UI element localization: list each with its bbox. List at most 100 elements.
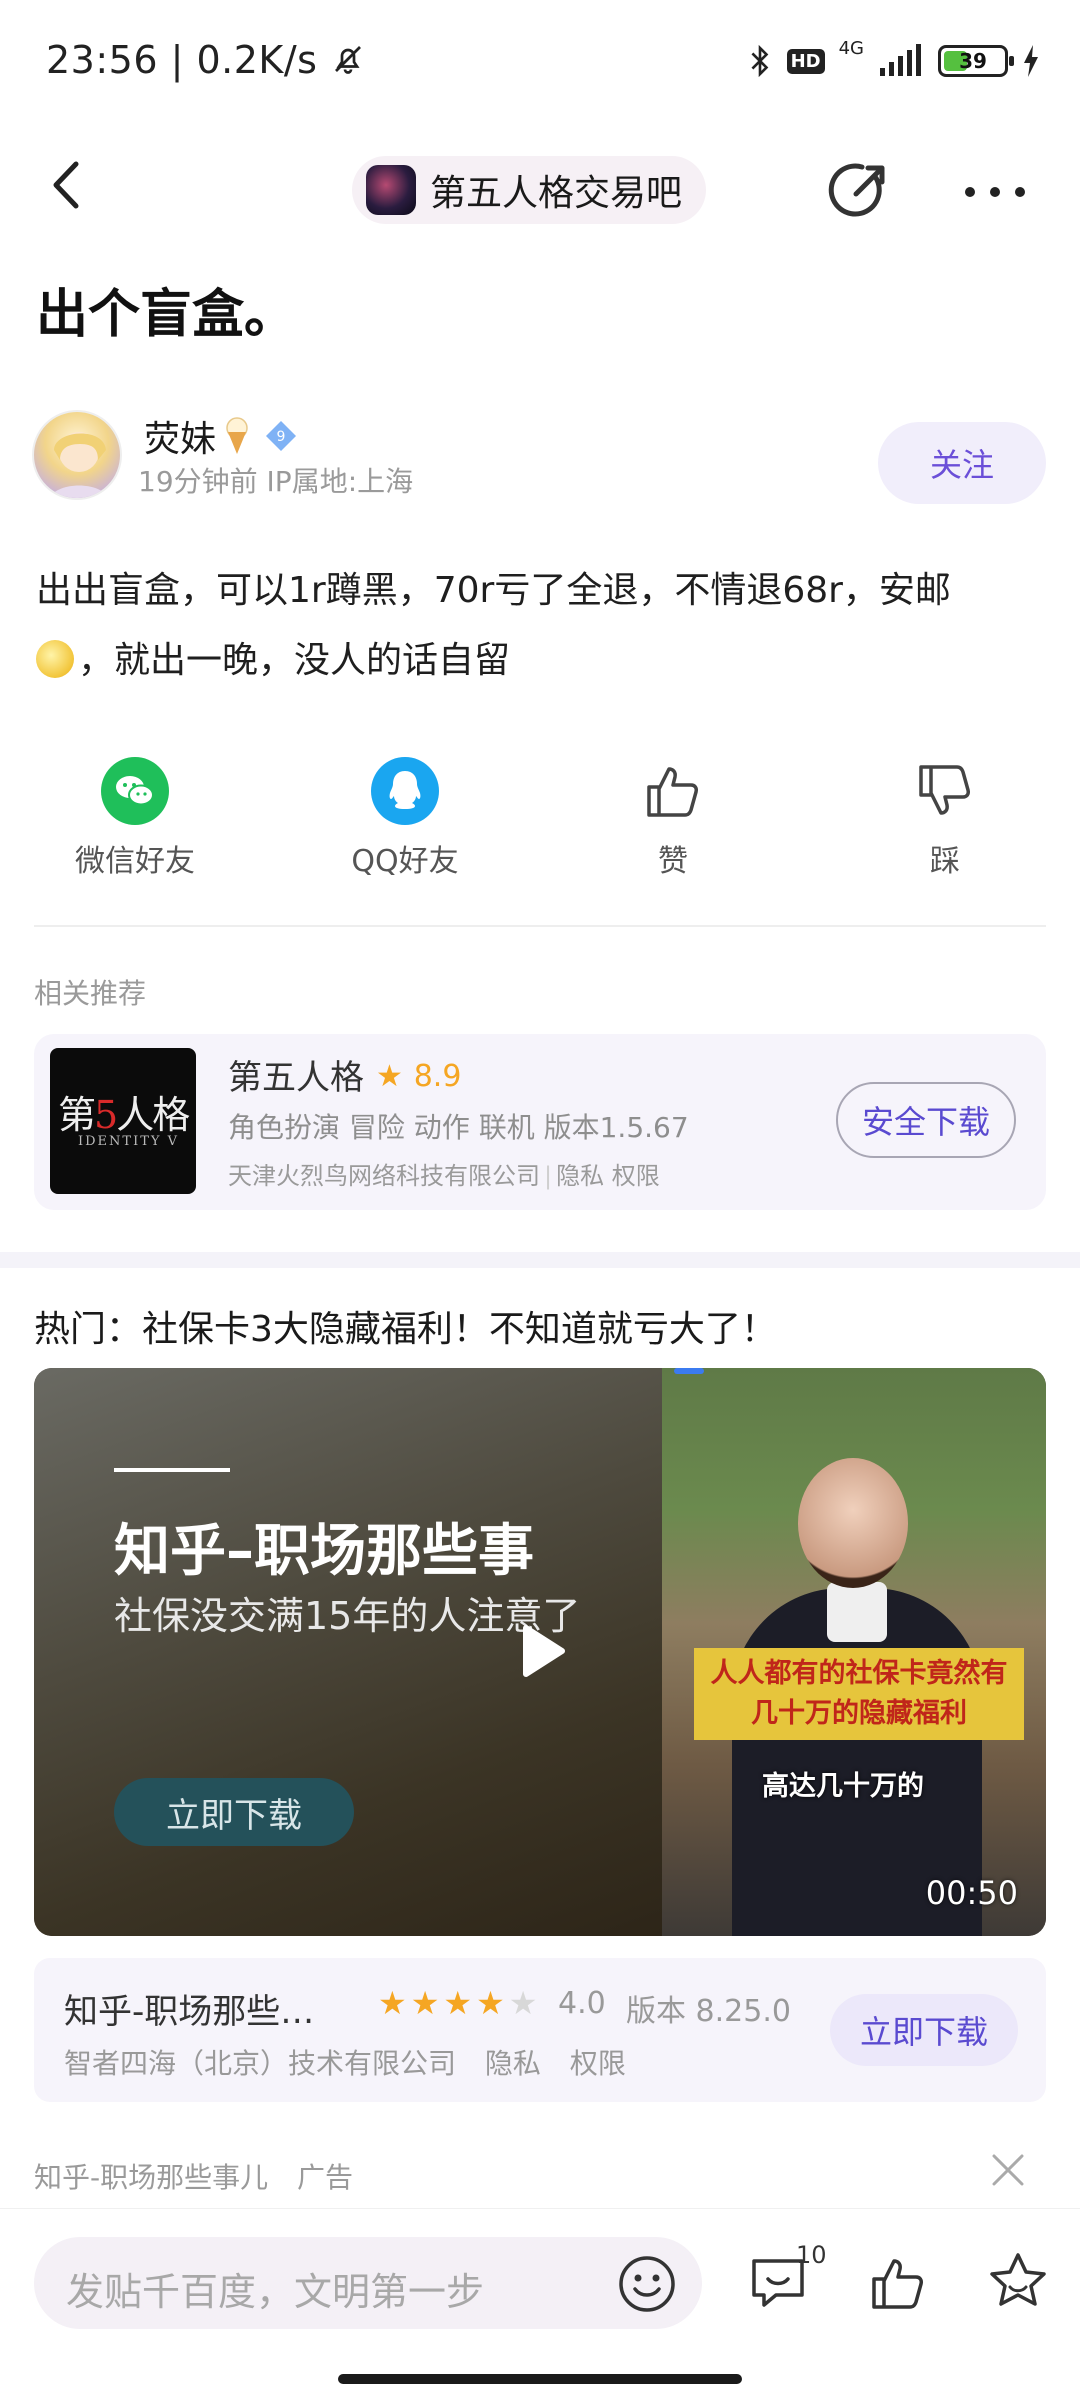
play-icon[interactable]: [506, 1616, 576, 1686]
rating-stars: ★ ★ ★ ★ ★: [378, 1984, 537, 2022]
avatar[interactable]: [32, 410, 122, 500]
wechat-icon: [101, 757, 169, 825]
star-icon: ★: [508, 1984, 538, 2022]
ad-app-privacy-link[interactable]: 隐私: [485, 2047, 541, 2080]
status-bar: 23:56 | 0.2K/s HD 4G 39: [0, 0, 1080, 120]
author-meta: 19分钟前 IP属地:上海: [138, 460, 413, 500]
related-app-company: 天津火烈鸟网络科技有限公司: [228, 1162, 540, 1190]
related-app-permissions-link[interactable]: 权限: [612, 1162, 660, 1190]
bell-off-icon: [335, 46, 362, 74]
post-body: 出出盲盒，可以1r蹲黑，70r亏了全退，不情退68r，安邮 ，就出一晚，没人的话…: [36, 556, 1036, 696]
ad-app-company: 智者四海（北京）技术有限公司: [64, 2047, 457, 2080]
thumbs-up-icon[interactable]: [866, 2249, 934, 2317]
app-icon-subtext: IDENTITY V: [78, 1134, 180, 1149]
level-badge: 9: [264, 419, 298, 453]
related-app-company-row: 天津火烈鸟网络科技有限公司 | 隐私 权限: [228, 1162, 660, 1190]
signal-icon: [880, 44, 921, 76]
share-actions: 微信好友 QQ好友 赞 踩: [0, 756, 1080, 896]
avatar-image: [49, 432, 109, 498]
like-label: 赞: [658, 844, 688, 879]
app-icon-text-pre: 第: [58, 1093, 96, 1137]
bottom-bar: 发贴千百度，文明第一步 10: [0, 2208, 1080, 2400]
like-button[interactable]: 赞: [578, 756, 768, 880]
share-wechat-button[interactable]: 微信好友: [40, 756, 230, 880]
star-icon: ★: [443, 1984, 473, 2022]
thumbs-down-icon: [919, 765, 970, 815]
close-icon[interactable]: [988, 2150, 1028, 2190]
follow-button[interactable]: 关注: [878, 422, 1046, 504]
related-app-card[interactable]: 第5人格 IDENTITY V 第五人格 ★ 8.9 角色扮演 冒险 动作 联机…: [34, 1034, 1046, 1210]
share-qq-button[interactable]: QQ好友: [310, 756, 500, 880]
ad-footer: 知乎-职场那些事儿 广告: [34, 2156, 373, 2196]
comment-count: 10: [796, 2241, 827, 2269]
share-icon[interactable]: [826, 158, 892, 224]
dislike-button[interactable]: 踩: [850, 756, 1040, 880]
ad-video[interactable]: 知乎–职场那些事 社保没交满15年的人注意了 立即下载 人人都有的社保卡竟然有几…: [34, 1368, 1046, 1936]
charging-icon: [1024, 45, 1038, 77]
share-qq-label: QQ好友: [351, 844, 459, 879]
ad-app-company-row: 智者四海（北京）技术有限公司 隐私 权限: [64, 2042, 646, 2082]
nav-bar: 第五人格交易吧: [0, 120, 1080, 250]
star-favorite-icon[interactable]: [984, 2249, 1052, 2317]
battery-level: 39: [959, 49, 987, 73]
dislike-label: 踩: [930, 844, 960, 879]
post-body-line2-wrap: ，就出一晚，没人的话自留: [36, 626, 1036, 696]
safe-download-button[interactable]: 安全下载: [836, 1082, 1016, 1158]
identity-v-app-icon: 第5人格 IDENTITY V: [50, 1048, 196, 1194]
author-name[interactable]: 荧妹 9: [144, 410, 298, 462]
post-body-line2: ，就出一晚，没人的话自留: [78, 640, 511, 681]
comment-input[interactable]: 发贴千百度，文明第一步: [34, 2237, 702, 2329]
more-icon[interactable]: [960, 172, 1030, 212]
qq-icon: [371, 757, 439, 825]
related-app-tags: 角色扮演 冒险 动作 联机 版本1.5.67: [228, 1111, 689, 1144]
post-title: 出个盲盒。: [36, 285, 297, 345]
ice-cream-icon: [226, 417, 248, 454]
ip-location: IP属地:上海: [266, 465, 414, 498]
forum-avatar: [366, 165, 416, 215]
level-number: 9: [277, 429, 286, 445]
back-arrow-icon[interactable]: [40, 150, 100, 220]
video-download-button[interactable]: 立即下载: [114, 1778, 354, 1846]
author-row: 荧妹 9 19分钟前 IP属地:上海 关注: [32, 404, 1052, 516]
post-body-line1: 出出盲盒，可以1r蹲黑，70r亏了全退，不情退68r，安邮: [36, 570, 951, 611]
status-time: 23:56 | 0.2K/s: [46, 38, 366, 82]
video-caption-yellow: 人人都有的社保卡竟然有几十万的隐藏福利: [694, 1648, 1024, 1740]
star-icon: ★: [410, 1984, 440, 2022]
video-headline: 知乎–职场那些事: [114, 1519, 534, 1584]
ad-download-button[interactable]: 立即下载: [830, 1994, 1018, 2066]
network-type: 4G: [838, 38, 864, 59]
smile-emoji-icon: [36, 640, 74, 678]
star-icon: ★: [476, 1984, 505, 2022]
app-icon-text-five: 5: [94, 1093, 118, 1137]
section-separator: [0, 1252, 1080, 1268]
home-indicator[interactable]: [338, 2374, 742, 2384]
video-caption-white: 高达几十万的: [762, 1771, 924, 1802]
video-line: [114, 1468, 230, 1472]
ad-app-name: 知乎-职场那些…: [64, 1992, 315, 2032]
forum-name: 第五人格交易吧: [430, 173, 683, 214]
battery-icon: 39: [938, 45, 1014, 77]
divider: [34, 925, 1046, 927]
ad-footer-tag: 广告: [297, 2161, 354, 2194]
video-progress-marker: [674, 1368, 704, 1374]
app-icon-text-post: 人格: [116, 1093, 190, 1137]
forum-pill[interactable]: 第五人格交易吧: [352, 156, 707, 224]
star-icon: ★: [376, 1058, 403, 1094]
emoji-icon[interactable]: [616, 2253, 678, 2315]
presenter-head: [798, 1458, 908, 1588]
ad-app-card[interactable]: 知乎-职场那些… ★ ★ ★ ★ ★ 4.0 版本 8.25.0 智者四海（北京）技术有…: [34, 1958, 1046, 2102]
diamond-icon: 9: [266, 421, 297, 451]
post-time: 19分钟前: [138, 465, 258, 498]
thumbs-up-icon: [647, 767, 698, 817]
video-duration: 00:50: [925, 1874, 1018, 1912]
bluetooth-icon: [751, 44, 768, 78]
status-clock: 23:56: [46, 38, 159, 82]
ad-app-permissions-link[interactable]: 权限: [570, 2047, 626, 2080]
related-app-name: 第五人格 ★ 8.9: [228, 1050, 461, 1099]
comment-placeholder: 发贴千百度，文明第一步: [66, 2270, 485, 2314]
related-app-privacy-link[interactable]: 隐私: [556, 1162, 604, 1190]
star-icon: ★: [378, 1984, 407, 2022]
ad-title[interactable]: 热门：社保卡3大隐藏福利！不知道就亏大了！: [34, 1300, 777, 1352]
status-net-speed: 0.2K/s: [196, 38, 318, 82]
author-name-text: 荧妹: [144, 419, 217, 460]
